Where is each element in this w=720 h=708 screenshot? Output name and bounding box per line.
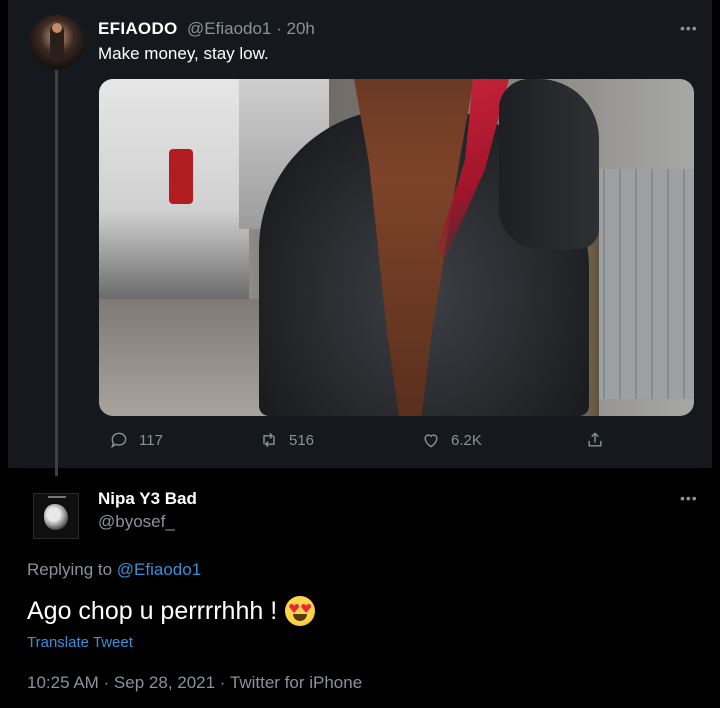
parent-tweet-header: EFIAODO @Efiaodo1 · 20h <box>98 18 315 40</box>
tweet-photo[interactable] <box>99 79 694 416</box>
retweet-count: 516 <box>289 431 315 449</box>
more-horizontal-icon[interactable]: ••• <box>680 490 698 506</box>
parent-handle[interactable]: @Efiaodo1 <box>182 19 271 38</box>
heart-eyes-emoji-icon <box>285 596 316 626</box>
share-action[interactable] <box>585 430 605 450</box>
emoji-mouth <box>293 614 308 621</box>
avatar-top-bar <box>48 496 66 498</box>
retweet-action[interactable]: 516 <box>259 430 314 450</box>
more-horizontal-icon[interactable]: ••• <box>680 20 698 36</box>
heart-eye-right <box>301 604 311 613</box>
avatar-graphic <box>44 504 68 530</box>
replying-to-link[interactable]: @Efiaodo1 <box>117 560 201 579</box>
tweet-timestamp[interactable]: 10:25 AM · Sep 28, 2021 · Twitter for iP… <box>27 673 362 693</box>
parent-time-ago[interactable]: 20h <box>287 19 315 38</box>
like-count: 6.2K <box>451 431 482 449</box>
replying-to: Replying to @Efiaodo1 <box>27 560 201 580</box>
reply-icon <box>111 432 127 449</box>
reply-count: 117 <box>139 431 163 449</box>
tweet-actions: 117 516 6.2K <box>99 430 694 454</box>
photo-shed <box>589 169 694 399</box>
reply-tweet-text: Ago chop u perrrrhhh ! <box>27 594 316 628</box>
parent-tweet-text: Make money, stay low. <box>98 44 269 63</box>
heart-icon <box>424 434 438 448</box>
reply-text: Ago chop u perrrrhhh ! <box>27 597 278 625</box>
nipa-avatar[interactable] <box>33 493 79 539</box>
parent-handle-text[interactable]: @Efiaodo1 <box>187 19 271 38</box>
translate-tweet-link[interactable]: Translate Tweet <box>27 634 133 651</box>
parent-display-name[interactable]: EFIAODO <box>98 19 178 38</box>
parent-tweet[interactable]: EFIAODO @Efiaodo1 · 20h ••• Make money, … <box>8 0 712 480</box>
tweet-thread: EFIAODO @Efiaodo1 · 20h ••• Make money, … <box>8 0 712 708</box>
avatar-head <box>52 23 62 33</box>
like-action[interactable]: 6.2K <box>421 430 482 450</box>
photo-truck-taillight <box>169 149 193 204</box>
efiaodo-avatar[interactable] <box>30 15 84 69</box>
replying-prefix: Replying to <box>27 560 117 579</box>
reply-action[interactable]: 117 <box>109 430 163 450</box>
photo-arm <box>499 79 599 249</box>
heart-eye-left <box>289 604 299 613</box>
thread-connector-line-end <box>55 468 58 476</box>
reply-display-name[interactable]: Nipa Y3 Bad <box>98 488 197 510</box>
share-icon <box>588 432 602 447</box>
parent-separator: · <box>271 19 287 38</box>
retweet-icon <box>263 432 275 448</box>
reply-handle[interactable]: @byosef_ <box>98 511 175 533</box>
thread-connector-line <box>55 70 58 480</box>
reply-tweet[interactable]: Nipa Y3 Bad @byosef_ ••• Replying to @Ef… <box>8 468 712 708</box>
